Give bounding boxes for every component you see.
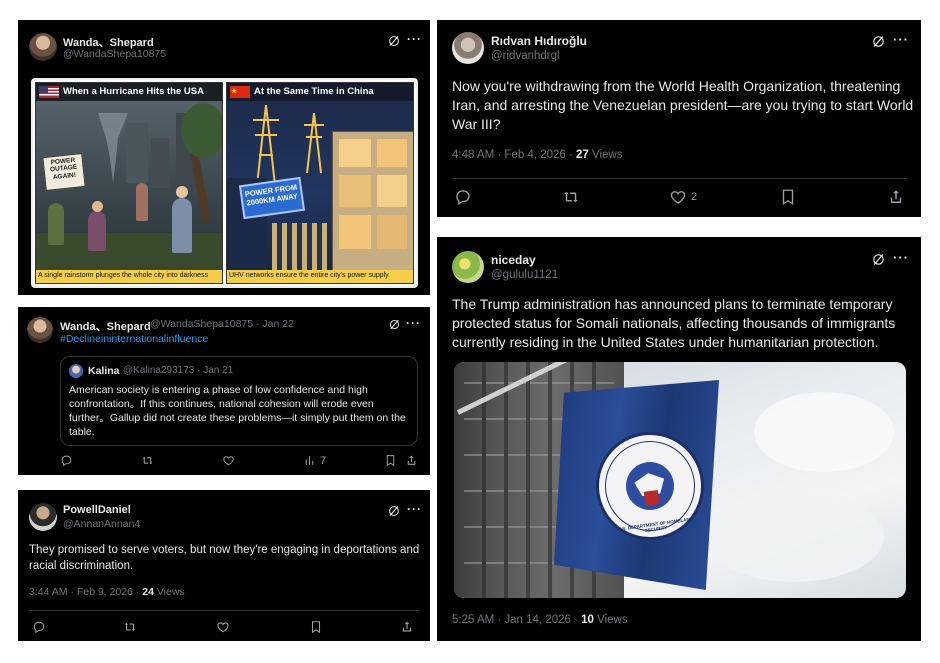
divider — [29, 610, 419, 611]
us-flag-icon — [39, 86, 59, 98]
post-text: Now you're withdrawing from the World He… — [452, 78, 914, 132]
post-timestamp: 4:48 AM · Feb 4, 2026 · — [452, 149, 577, 161]
power-pylon-icon-2 — [304, 113, 324, 173]
avatar[interactable] — [29, 503, 57, 531]
reply-icon — [60, 454, 73, 467]
post-card-wanda-quote[interactable]: Wanda、Shepard @WandaShepa10875 · Jan 22 … — [18, 307, 430, 475]
retweet-icon — [141, 454, 154, 467]
post-meta: 4:48 AM · Feb 4, 2026 · 27 Views — [452, 149, 623, 161]
post-meta: 3:44 AM · Feb 9, 2026 · 24 Views — [29, 586, 185, 598]
post-card-powell[interactable]: PowellDaniel @AnnanAnnan4 ··· They promi… — [18, 490, 430, 641]
power-billboard: POWER FROM 2000KM AWAY — [238, 176, 306, 220]
bookmark-button[interactable] — [779, 188, 797, 206]
share-button[interactable] — [400, 620, 414, 634]
bookmark-icon — [309, 620, 323, 634]
grok-icon[interactable] — [871, 34, 886, 49]
comic-right-panel: At the Same Time in China POWER FROM 200… — [226, 82, 414, 284]
reply-icon — [32, 620, 46, 634]
like-icon — [222, 454, 235, 467]
reply-button[interactable] — [32, 620, 46, 634]
views-count: 7 — [320, 454, 327, 467]
retweet-button[interactable] — [123, 620, 137, 634]
quoted-text: American society is entering a phase of … — [69, 384, 406, 438]
avatar[interactable] — [29, 33, 57, 61]
right-panel-title: At the Same Time in China — [254, 86, 374, 97]
grok-icon[interactable] — [871, 252, 886, 267]
share-icon — [400, 620, 414, 634]
bookmark-button[interactable] — [384, 454, 397, 467]
left-panel-caption: A single rainstorm plunges the whole cit… — [36, 270, 222, 283]
like-button[interactable] — [216, 620, 230, 634]
china-flag-icon — [230, 86, 250, 98]
views-count: 27 — [576, 149, 589, 161]
views-count: 24 — [142, 586, 154, 598]
comic-image[interactable]: When a Hurricane Hits the USA POWER OUTA… — [31, 78, 418, 288]
like-count: 2 — [691, 191, 698, 203]
like-button[interactable] — [222, 454, 235, 467]
comic-left-panel: When a Hurricane Hits the USA POWER OUTA… — [35, 82, 223, 284]
retweet-button[interactable] — [141, 454, 154, 467]
author-handle[interactable]: @WandaShepa10875 — [63, 48, 166, 60]
retweet-icon — [123, 620, 137, 634]
power-pylon-icon — [253, 105, 279, 185]
views-icon — [303, 454, 316, 467]
right-panel-caption: UHV networks ensure the entire city's po… — [227, 270, 413, 283]
reply-button[interactable] — [454, 188, 472, 206]
author-name[interactable]: PowellDaniel — [63, 504, 131, 516]
like-button[interactable]: 2 — [669, 188, 697, 206]
post-timestamp: 3:44 AM · Feb 9, 2026 · — [29, 586, 143, 598]
post-text: The Trump administration has announced p… — [452, 296, 896, 350]
post-meta: 5:25 AM · Jan 14, 2026 · 10 Views — [452, 614, 628, 626]
author-handle[interactable]: @AnnanAnnan4 — [63, 518, 140, 530]
author-name[interactable]: Rıdvan Hıdıroğlu — [491, 34, 587, 48]
post-timestamp: 5:25 AM · Jan 14, 2026 · — [452, 614, 582, 626]
post-card-niceday[interactable]: niceday @gululu1121 ··· The Trump admini… — [437, 237, 921, 641]
more-icon[interactable]: ··· — [893, 32, 909, 47]
hashtag-link[interactable]: #Declineininternationalinfluence — [60, 333, 208, 345]
share-button[interactable] — [405, 454, 418, 467]
avatar[interactable] — [69, 364, 83, 378]
views-count: 10 — [581, 614, 594, 626]
avatar[interactable] — [27, 317, 53, 343]
bookmark-button[interactable] — [309, 620, 323, 634]
retweet-icon — [562, 188, 580, 206]
author-handle[interactable]: @WandaShepa10875 · Jan 22 — [150, 318, 294, 330]
avatar[interactable] — [452, 32, 484, 64]
quoted-post[interactable]: Kalina @Kalina293173 · Jan 21 American s… — [60, 356, 418, 446]
divider — [452, 178, 907, 179]
reply-button[interactable] — [60, 454, 73, 467]
post-card-wanda-comic[interactable]: Wanda、Shepard @WandaShepa10875 ··· When … — [18, 20, 430, 295]
share-button[interactable] — [887, 188, 905, 206]
more-icon[interactable]: ··· — [893, 250, 909, 265]
post-text: They promised to serve voters, but now t… — [29, 544, 420, 572]
reply-icon — [454, 188, 472, 206]
author-handle[interactable]: @ridvanhdrgl — [491, 50, 560, 62]
tornado-icon — [98, 113, 128, 183]
avatar[interactable] — [452, 251, 484, 283]
author-handle[interactable]: @gululu1121 — [491, 269, 558, 281]
power-outage-sign: POWER OUTAGE AGAIN! — [42, 153, 86, 191]
quoted-author-name[interactable]: Kalina — [88, 365, 120, 377]
grok-icon[interactable] — [388, 318, 401, 331]
share-icon — [887, 188, 905, 206]
retweet-button[interactable] — [562, 188, 580, 206]
share-icon — [405, 454, 418, 467]
author-name[interactable]: niceday — [491, 253, 536, 267]
like-icon — [216, 620, 230, 634]
quoted-author-handle[interactable]: @Kalina293173 · Jan 21 — [123, 365, 233, 376]
bookmark-icon — [384, 454, 397, 467]
more-icon[interactable]: ··· — [407, 502, 422, 516]
post-card-ridvan[interactable]: Rıdvan Hıdıroğlu @ridvanhdrgl ··· Now yo… — [437, 20, 921, 217]
post-image[interactable]: U.S. DEPARTMENT OF HOMELAND SECURITY — [454, 362, 906, 598]
views-button[interactable]: 7 — [303, 454, 326, 467]
left-panel-title: When a Hurricane Hits the USA — [63, 86, 204, 97]
grok-icon[interactable] — [387, 34, 401, 48]
bookmark-icon — [779, 188, 797, 206]
more-icon[interactable]: ··· — [406, 316, 421, 330]
grok-icon[interactable] — [387, 504, 401, 518]
author-name[interactable]: Wanda、Shepard — [60, 318, 151, 334]
more-icon[interactable]: ··· — [407, 32, 422, 46]
like-icon — [669, 188, 687, 206]
